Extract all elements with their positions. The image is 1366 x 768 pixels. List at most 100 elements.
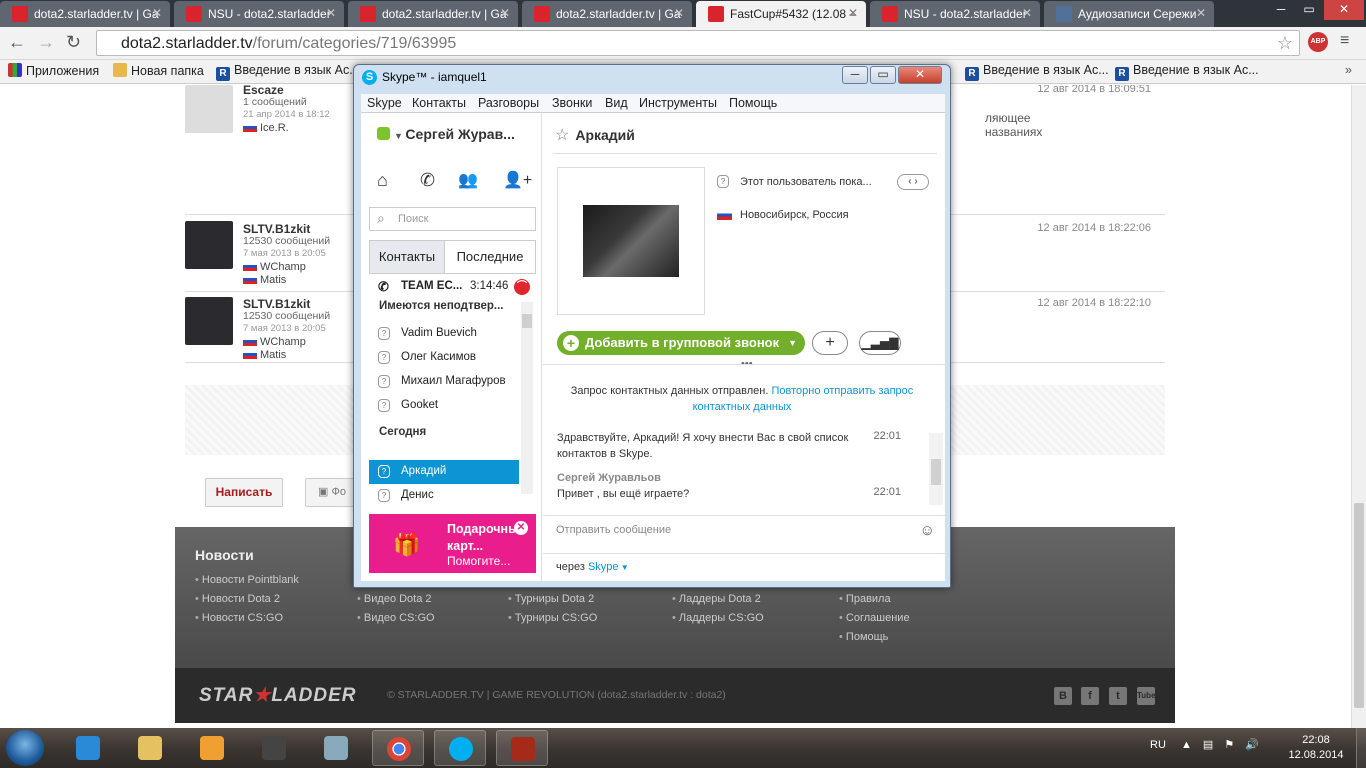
close-tab-icon[interactable]: ✕ xyxy=(326,6,336,20)
post-author[interactable]: SLTV.B1zkit xyxy=(243,297,310,311)
minimize-window-button[interactable]: ─ xyxy=(1268,0,1294,20)
post-author[interactable]: SLTV.B1zkit xyxy=(243,222,310,236)
menu-skype[interactable]: Skype xyxy=(367,96,402,110)
show-desktop-button[interactable] xyxy=(1356,728,1366,768)
menu-calls[interactable]: Звонки xyxy=(552,96,592,110)
close-tab-icon[interactable]: ✕ xyxy=(848,6,858,20)
home-icon[interactable]: ⌂ xyxy=(377,170,388,191)
contact-item-selected[interactable]: ? Аркадий xyxy=(369,465,519,478)
call-quality-icon[interactable]: ▁▃▅▇ xyxy=(859,331,901,355)
skype-minimize-button[interactable]: ─ xyxy=(842,66,868,84)
call-phone-icon[interactable]: ✆ xyxy=(420,170,435,191)
footer-link[interactable]: Новости CS:GO xyxy=(195,612,283,624)
footer-link[interactable]: Турниры CS:GO xyxy=(508,612,597,624)
messages-scrollbar[interactable] xyxy=(929,433,943,505)
taskbar-chrome[interactable] xyxy=(372,730,424,766)
add-participant-icon[interactable]: + xyxy=(812,331,848,355)
scrollbar-thumb[interactable] xyxy=(931,459,941,485)
address-bar[interactable]: dota2.starladder.tv/forum/categories/719… xyxy=(96,30,1300,56)
favorite-star-icon[interactable]: ☆ xyxy=(555,127,569,144)
bookmark-link[interactable]: R Введение в язык Ас... xyxy=(216,63,360,81)
contact-item[interactable]: ? Gooket xyxy=(369,399,519,412)
close-tab-icon[interactable]: ✕ xyxy=(152,6,162,20)
close-tab-icon[interactable]: ✕ xyxy=(1196,6,1206,20)
taskbar-paint[interactable] xyxy=(310,730,362,766)
mood-pager[interactable]: ‹ › xyxy=(897,174,929,190)
twitter-icon[interactable]: t xyxy=(1109,687,1127,705)
browser-tab[interactable]: NSU - dota2.starladder ✕ xyxy=(174,1,344,27)
skype-close-button[interactable]: ✕ xyxy=(898,66,942,84)
scrollbar-thumb[interactable] xyxy=(1354,503,1364,708)
bookmarks-overflow-icon[interactable]: » xyxy=(1345,63,1352,77)
forward-icon[interactable]: → xyxy=(37,32,55,53)
footer-link[interactable]: Турниры Dota 2 xyxy=(508,593,594,605)
avatar[interactable] xyxy=(185,85,233,133)
reply-button[interactable]: Написать xyxy=(205,478,283,507)
gift-card-ad[interactable]: 🎁 Подарочные карт... Помогите... ✕ xyxy=(369,514,536,573)
contact-item[interactable]: ? Олег Касимов xyxy=(369,351,519,364)
menu-contacts[interactable]: Контакты xyxy=(412,96,466,110)
taskbar-skype[interactable] xyxy=(434,730,486,766)
close-tab-icon[interactable]: ✕ xyxy=(1022,6,1032,20)
contact-item[interactable]: ? Денис xyxy=(369,489,519,502)
taskbar-dota[interactable] xyxy=(496,730,548,766)
add-contact-icon[interactable]: 👤+ xyxy=(503,170,532,190)
youtube-icon[interactable]: Tube xyxy=(1137,687,1156,705)
tab-contacts[interactable]: Контакты xyxy=(370,241,445,273)
footer-link[interactable]: Новости Dota 2 xyxy=(195,593,280,605)
close-window-button[interactable]: ✕ xyxy=(1324,0,1364,20)
contact-item[interactable]: ? Михаил Магафуров xyxy=(369,375,519,388)
bookmark-apps[interactable]: Приложения xyxy=(8,63,99,78)
create-group-icon[interactable]: 👥 xyxy=(458,170,478,190)
message-input[interactable]: Отправить сообщение ☺ xyxy=(543,515,945,553)
starladder-logo[interactable]: STAR★LADDER xyxy=(199,684,357,707)
close-icon[interactable]: ✕ xyxy=(514,521,528,535)
vkontakte-icon[interactable]: В xyxy=(1054,687,1072,705)
chevron-down-icon[interactable]: ▼ xyxy=(394,131,405,141)
browser-tab[interactable]: NSU - dota2.starladder ✕ xyxy=(870,1,1040,27)
contact-list-scrollbar[interactable] xyxy=(521,302,533,494)
adblock-extension-icon[interactable]: ABP xyxy=(1308,32,1328,52)
tab-recent[interactable]: Последние xyxy=(445,241,535,273)
system-clock[interactable]: 22:08 12.08.2014 xyxy=(1284,733,1348,763)
footer-link[interactable]: Ладдеры Dota 2 xyxy=(672,593,761,605)
footer-link[interactable]: Помощь xyxy=(839,631,888,643)
skype-maximize-button[interactable]: ▭ xyxy=(870,66,896,84)
close-tab-icon[interactable]: ✕ xyxy=(500,6,510,20)
bookmark-star-icon[interactable]: ☆ xyxy=(1277,33,1293,54)
browser-tab-active[interactable]: FastCup#5432 (12.08 – ✕ xyxy=(696,1,866,27)
volume-icon[interactable]: 🔊 xyxy=(1245,739,1259,751)
footer-link[interactable]: Правила xyxy=(839,593,891,605)
bookmark-link[interactable]: R Введение в язык Ас... xyxy=(1115,63,1259,81)
language-indicator[interactable]: RU xyxy=(1150,739,1166,751)
contact-item[interactable]: ? Vadim Buevich xyxy=(369,327,519,340)
contact-search-input[interactable]: ⌕ Поиск xyxy=(369,207,536,231)
browser-tab[interactable]: dota2.starladder.tv | Ga ✕ xyxy=(0,1,170,27)
bookmark-folder[interactable]: Новая папка xyxy=(113,63,204,78)
send-via-selector[interactable]: через Skype ▼ xyxy=(543,553,945,581)
browser-tab[interactable]: dota2.starladder.tv | Ga ✕ xyxy=(348,1,518,27)
avatar[interactable] xyxy=(185,297,233,345)
emoticon-icon[interactable]: ☺ xyxy=(920,522,935,539)
footer-link[interactable]: Соглашение xyxy=(839,612,910,624)
menu-conversations[interactable]: Разговоры xyxy=(478,96,539,110)
scrollbar-thumb[interactable] xyxy=(522,314,532,328)
footer-link[interactable]: Ладдеры CS:GO xyxy=(672,612,764,624)
ad-link[interactable]: Помогите... xyxy=(447,554,510,568)
taskbar-explorer[interactable] xyxy=(124,730,176,766)
footer-link[interactable]: Видео Dota 2 xyxy=(357,593,432,605)
maximize-window-button[interactable]: ▭ xyxy=(1296,0,1322,20)
close-tab-icon[interactable]: ✕ xyxy=(674,6,684,20)
browser-tab[interactable]: Аудиозаписи Сережи ✕ xyxy=(1044,1,1214,27)
add-to-group-call-button[interactable]: + Добавить в групповой звонок ▼ xyxy=(557,331,805,355)
flag-icon[interactable]: ⚑ xyxy=(1224,739,1234,751)
start-button[interactable] xyxy=(6,730,44,766)
skype-user-profile[interactable]: ▼ Сергей Журав... xyxy=(377,126,515,142)
active-call-item[interactable]: ✆ TEAM EC... 3:14:46 ⌒ xyxy=(369,279,530,295)
avatar[interactable] xyxy=(185,221,233,269)
browser-tab[interactable]: dota2.starladder.tv | Ga ✕ xyxy=(522,1,692,27)
chrome-menu-icon[interactable]: ≡ xyxy=(1340,32,1349,50)
online-status-icon[interactable] xyxy=(377,127,390,140)
footer-link[interactable]: Видео CS:GO xyxy=(357,612,435,624)
footer-link[interactable]: Новости Pointblank xyxy=(195,574,299,586)
